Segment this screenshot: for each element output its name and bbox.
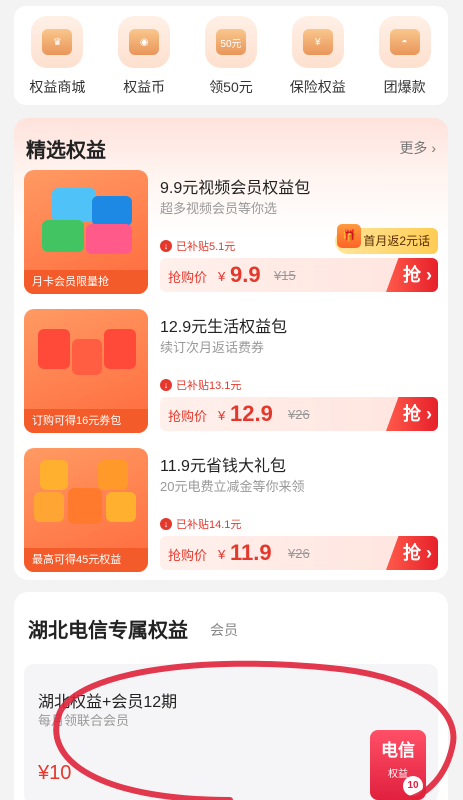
quick-entry-label: 团爆款 <box>383 79 426 95</box>
quick-entry-bar: ♛ 权益商城 ◉ 权益币 50元 领50元 ¥ 保险权益 ◓ 团爆款 <box>14 6 448 105</box>
iqiyi-icon <box>42 220 84 252</box>
telecom-badge: 电信 权益 10 <box>370 730 426 800</box>
mango-tv-icon <box>86 224 132 254</box>
down-arrow-icon: ↓ <box>160 240 172 252</box>
coupon-icon <box>104 329 136 369</box>
subsidy-label: ↓ 已补贴13.1元 <box>160 377 241 393</box>
telecom-badge-main: 电信 <box>381 741 415 760</box>
sale-price: 11.9 <box>230 540 272 565</box>
coupon-icon <box>68 488 102 524</box>
insurance-icon: ¥ <box>291 16 344 68</box>
coupon-tiles <box>32 319 140 393</box>
quick-entry-label: 保险权益 <box>289 79 346 95</box>
thumbnail-tag: 月卡会员限量抢 <box>24 270 148 294</box>
quick-entry-label: 领50元 <box>209 79 253 95</box>
sale-price: 9.9 <box>230 262 261 287</box>
coupon-icon <box>72 339 102 375</box>
currency-symbol: ¥ <box>218 547 226 562</box>
section-subtitle: 会员 <box>210 622 238 638</box>
product-subtitle: 续订次月返话费券 <box>160 340 265 355</box>
product-subtitle: 每月领联合会员 <box>38 713 130 728</box>
product-title: 湖北权益+会员12期 <box>38 694 178 711</box>
price-label: 抢购价 <box>168 409 208 424</box>
quick-entry-label: 权益币 <box>123 79 166 95</box>
quick-entry-label: 权益商城 <box>29 79 86 95</box>
section-title: 湖北电信专属权益 <box>28 620 188 642</box>
coupon-icon <box>98 460 128 490</box>
video-app-icon <box>92 196 132 226</box>
section-title: 精选权益 <box>26 140 106 162</box>
coupon-icon <box>106 492 136 522</box>
currency-symbol: ¥ <box>218 408 226 423</box>
thumbnail-tag: 订购可得16元券包 <box>24 409 148 433</box>
featured-section: 精选权益 更多 › 月卡会员限量抢 9.9元视频会员权益包 超多视频会员等你选 … <box>14 118 448 580</box>
subsidy-label: ↓ 已补贴14.1元 <box>160 516 241 532</box>
quick-entry-group[interactable]: ◓ 团爆款 <box>365 16 445 105</box>
product-card-life[interactable]: 订购可得16元券包 12.9元生活权益包 续订次月返话费券 ↓ 已补贴13.1元 … <box>24 309 438 437</box>
coupon-tiles <box>32 458 140 532</box>
original-price: ¥26 <box>288 546 310 561</box>
thumbnail-tag: 最高可得45元权益 <box>24 548 148 572</box>
product-card-video[interactable]: 月卡会员限量抢 9.9元视频会员权益包 超多视频会员等你选 ↓ 已补贴5.1元 🎁… <box>24 170 438 298</box>
product-subtitle: 20元电费立减金等你来领 <box>160 479 305 494</box>
price-bar: 抢购价 ¥ 11.9 ¥26 抢 › <box>160 536 438 570</box>
original-price: ¥26 <box>288 407 310 422</box>
product-card-savings[interactable]: 最高可得45元权益 11.9元省钱大礼包 20元电费立减金等你来领 ↓ 已补贴14… <box>24 448 438 576</box>
quick-entry-coin[interactable]: ◉ 权益币 <box>104 16 184 105</box>
coupon-icon <box>38 329 70 369</box>
quick-entry-insurance[interactable]: ¥ 保险权益 <box>278 16 358 105</box>
price-bar: 抢购价 ¥ 9.9 ¥15 抢 › <box>160 258 438 292</box>
product-thumbnail: 订购可得16元券包 <box>24 309 148 433</box>
subsidy-label: ↓ 已补贴5.1元 <box>160 238 235 254</box>
more-link[interactable]: 更多 › <box>399 138 436 158</box>
grab-button[interactable]: 抢 › <box>386 536 438 570</box>
promo-badge: 🎁 首月返2元话 <box>335 224 438 254</box>
coupon-icon <box>40 460 68 490</box>
price-label: 抢购价 <box>168 270 208 285</box>
crown-icon: ♛ <box>31 16 84 68</box>
telecom-badge-num: 10 <box>403 776 423 796</box>
grab-button[interactable]: 抢 › <box>386 397 438 431</box>
quick-entry-50[interactable]: 50元 领50元 <box>191 16 271 105</box>
hubei-section: 湖北电信专属权益 会员 湖北权益+会员12期 每月领联合会员 ¥10 电信 权益… <box>14 592 448 800</box>
hubei-product-card[interactable]: 湖北权益+会员12期 每月领联合会员 ¥10 电信 权益 10 <box>24 664 438 800</box>
original-price: ¥15 <box>274 268 296 283</box>
product-thumbnail: 月卡会员限量抢 <box>24 170 148 294</box>
product-thumbnail: 最高可得45元权益 <box>24 448 148 572</box>
product-title: 11.9元省钱大礼包 <box>160 458 286 475</box>
app-logos <box>32 180 140 254</box>
coupon-icon: 50元 <box>204 16 257 68</box>
product-subtitle: 超多视频会员等你选 <box>160 201 278 216</box>
down-arrow-icon: ↓ <box>160 518 172 530</box>
coin-icon: ◉ <box>118 16 171 68</box>
bilibili-icon <box>52 188 96 222</box>
gift-icon: 🎁 <box>337 224 362 248</box>
coupon-icon <box>34 492 64 522</box>
down-arrow-icon: ↓ <box>160 379 172 391</box>
bowl-icon: ◓ <box>378 16 431 68</box>
product-title: 12.9元生活权益包 <box>160 319 288 336</box>
grab-button[interactable]: 抢 › <box>386 258 438 292</box>
sale-price: ¥10 <box>38 762 72 784</box>
currency-symbol: ¥ <box>218 269 226 284</box>
product-title: 9.9元视频会员权益包 <box>160 180 311 197</box>
quick-entry-mall[interactable]: ♛ 权益商城 <box>17 16 97 105</box>
price-label: 抢购价 <box>168 548 208 563</box>
price-bar: 抢购价 ¥ 12.9 ¥26 抢 › <box>160 397 438 431</box>
sale-price: 12.9 <box>230 401 273 426</box>
